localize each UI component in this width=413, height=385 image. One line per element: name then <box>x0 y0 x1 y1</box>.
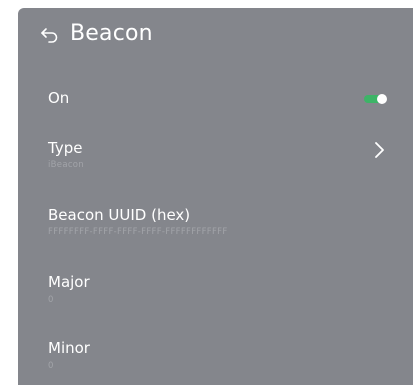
toggle-knob <box>377 94 387 104</box>
setting-minor-row[interactable]: Minor 0 <box>18 337 413 377</box>
settings-panel: Beacon On Type iBeacon Beacon UUID (hex)… <box>18 8 413 385</box>
header: Beacon <box>18 8 413 64</box>
setting-type-value: iBeacon <box>48 160 84 170</box>
setting-uuid-label: Beacon UUID (hex) <box>48 206 191 224</box>
setting-uuid-row[interactable]: Beacon UUID (hex) FFFFFFFF-FFFF-FFFF-FFF… <box>18 204 413 244</box>
setting-minor-label: Minor <box>48 339 90 357</box>
setting-major-row[interactable]: Major 0 <box>18 271 413 311</box>
setting-major-value: 0 <box>48 295 54 305</box>
chevron-right-icon <box>375 142 384 158</box>
setting-type-row[interactable]: Type iBeacon <box>18 137 413 177</box>
back-arrow-icon <box>41 28 58 43</box>
on-toggle[interactable] <box>364 94 387 104</box>
setting-type-label: Type <box>48 139 83 157</box>
page-title: Beacon <box>70 21 153 46</box>
back-button[interactable] <box>40 25 62 45</box>
setting-uuid-value: FFFFFFFF-FFFF-FFFF-FFFF-FFFFFFFFFFFF <box>48 227 228 237</box>
setting-minor-value: 0 <box>48 361 54 371</box>
setting-on-label: On <box>48 89 70 107</box>
setting-major-label: Major <box>48 273 90 291</box>
setting-on-row[interactable]: On <box>18 86 413 112</box>
